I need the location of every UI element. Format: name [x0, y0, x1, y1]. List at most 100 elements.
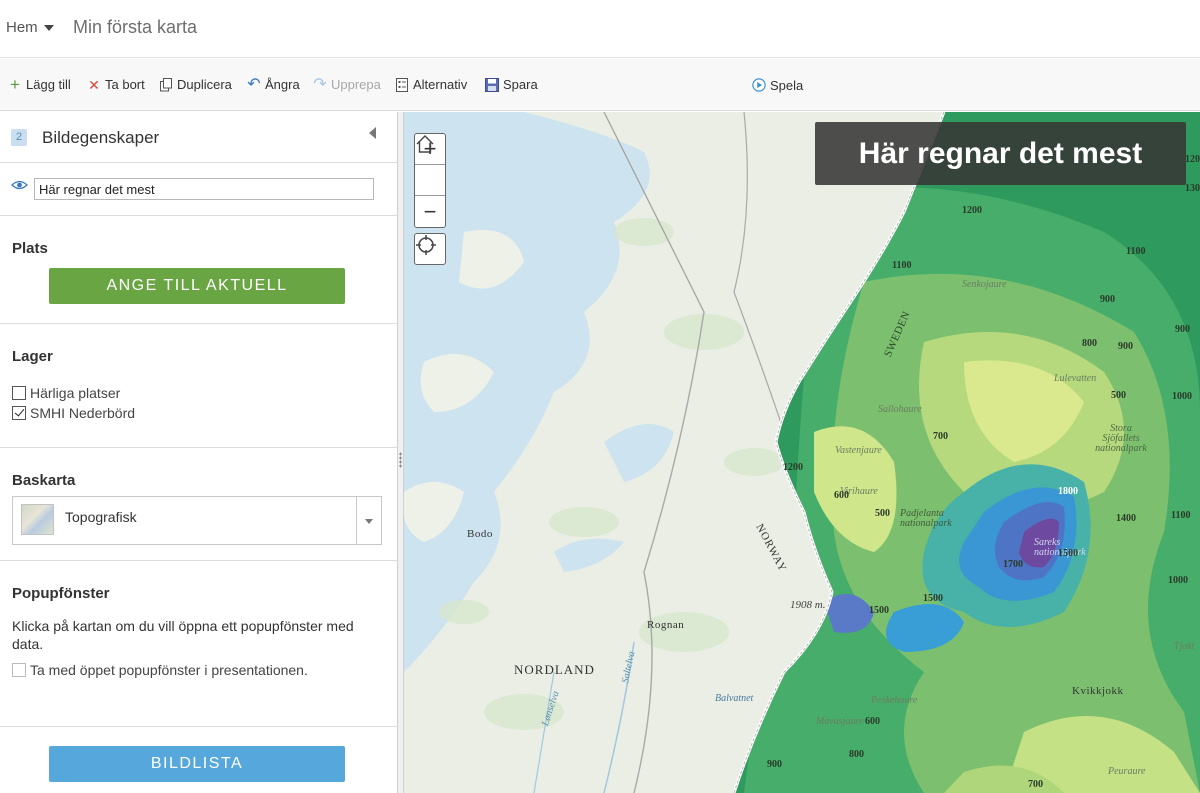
include-popup-checkbox[interactable] — [12, 663, 26, 677]
zoom-out-button[interactable]: − — [415, 196, 445, 227]
add-button[interactable]: + Lägg till — [8, 74, 71, 94]
delete-button[interactable]: ✕ Ta bort — [87, 77, 145, 92]
map-title[interactable]: Min första karta — [73, 17, 197, 38]
close-icon: ✕ — [88, 76, 100, 93]
contour-label: 700 — [1028, 779, 1043, 790]
slide-title-overlay: Här regnar det mest — [815, 122, 1186, 185]
lake-label-balvatnet: Balvatnet — [715, 693, 754, 704]
contour-label: 1100 — [1171, 510, 1191, 521]
chevron-down-icon[interactable] — [356, 497, 381, 544]
layers-title: Lager — [12, 348, 53, 365]
layer-label: SMHI Nederbörd — [30, 405, 136, 421]
include-popup-option[interactable]: Ta med öppet popupfönster i presentation… — [12, 662, 308, 678]
contour-label: 900 — [1118, 341, 1133, 352]
popup-description: Klicka på kartan om du vill öppna ett po… — [12, 618, 354, 652]
layer-item-smhi-nederbord[interactable]: SMHI Nederbörd — [12, 405, 135, 421]
panel-header: 2 Bildegenskaper — [0, 112, 398, 163]
redo-label: Upprepa — [331, 77, 381, 92]
contour-label: 1500 — [923, 593, 943, 604]
peak-elevation-label: 1908 m. — [790, 599, 826, 611]
delete-label: Ta bort — [105, 77, 145, 92]
contour-label: 1000 — [1172, 391, 1192, 402]
lake-label-mavasjaure: Mavasjaure — [816, 716, 864, 727]
lake-label-vastenjaure: Vastenjaure — [835, 445, 882, 456]
collapse-panel-icon[interactable] — [369, 127, 376, 139]
layer-label: Härliga platser — [30, 385, 121, 401]
play-icon — [752, 78, 766, 92]
contour-label: 1000 — [1168, 575, 1188, 586]
contour-label: 1500 — [1058, 548, 1078, 559]
contour-label: 500 — [875, 508, 890, 519]
slide-number-badge: 2 — [11, 129, 27, 146]
options-icon — [396, 77, 408, 92]
home-menu[interactable]: Hem — [6, 19, 54, 36]
region-label-nordland: NORDLAND — [514, 662, 595, 677]
place-label-bodo: Bodo — [467, 528, 493, 540]
caret-down-icon — [43, 24, 54, 31]
park-label-stora-sjofallet: Stora Sjöfallets nationalpark — [1095, 423, 1147, 454]
contour-label: 1100 — [892, 260, 912, 271]
lake-label-peuraure: Peuraure — [1108, 766, 1146, 777]
undo-label: Ångra — [265, 77, 300, 92]
visibility-eye-icon[interactable] — [11, 180, 28, 190]
undo-icon: ↶ — [247, 75, 261, 93]
home-view-button[interactable] — [415, 135, 445, 196]
lake-label-sallohaure: Sallohaure — [878, 404, 922, 415]
layer-item-harliga-platser[interactable]: Härliga platser — [12, 385, 120, 401]
basemap-thumbnail — [21, 504, 54, 535]
options-button[interactable]: Alternativ — [395, 77, 467, 92]
toolbar: + Lägg till ✕ Ta bort Duplicera ↶ Ångra … — [0, 59, 1200, 111]
contour-label: 900 — [1175, 324, 1190, 335]
plus-icon: + — [10, 74, 20, 94]
set-to-current-button[interactable]: ANGE TILL AKTUELL — [49, 268, 345, 304]
layer-checkbox[interactable] — [12, 386, 26, 400]
contour-label: 1700 — [1003, 559, 1023, 570]
layer-checkbox-checked[interactable] — [12, 406, 26, 420]
minus-icon: − — [423, 198, 437, 224]
park-label-padjelanta: Padjelanta nationalpark — [900, 508, 952, 529]
slide-title-input[interactable] — [34, 178, 374, 200]
locate-button[interactable] — [414, 233, 446, 265]
place-label-kvikkjokk: Kvikkjokk — [1072, 685, 1124, 697]
contour-label: 500 — [1111, 390, 1126, 401]
save-button[interactable]: Spara — [485, 77, 538, 92]
place-label-tjaktja: Tjakt — [1174, 641, 1195, 652]
duplicate-icon — [160, 77, 172, 91]
lake-label-lulevatten: Lulevatten — [1054, 373, 1097, 384]
contour-label: 600 — [834, 490, 849, 501]
save-icon — [485, 77, 499, 92]
contour-label: 120 — [1185, 154, 1200, 165]
app-header: Hem Min första karta — [0, 0, 1200, 58]
redo-button[interactable]: ↷ Upprepa — [313, 75, 381, 93]
lake-label-peskehaure: Peskehaure — [871, 695, 918, 706]
lake-label-senkojaure: Senkojaure — [962, 279, 1007, 290]
contour-label: 1400 — [1116, 513, 1136, 524]
contour-label: 900 — [767, 759, 782, 770]
duplicate-button[interactable]: Duplicera — [159, 77, 232, 92]
include-popup-label: Ta med öppet popupfönster i presentation… — [30, 662, 308, 678]
contour-label: 800 — [1082, 338, 1097, 349]
save-label: Spara — [503, 77, 538, 92]
home-icon — [416, 135, 434, 153]
contour-label: 900 — [1100, 294, 1115, 305]
contour-label: 600 — [865, 716, 880, 727]
play-button[interactable]: Spela — [752, 77, 803, 93]
home-label: Hem — [6, 19, 38, 36]
duplicate-label: Duplicera — [177, 77, 232, 92]
locate-icon — [416, 235, 436, 255]
contour-label: 1200 — [783, 462, 803, 473]
add-label: Lägg till — [26, 77, 71, 92]
redo-icon: ↷ — [313, 75, 327, 93]
panel-title: Bildegenskaper — [42, 128, 160, 147]
basemap-title: Baskarta — [12, 472, 76, 489]
place-label-rognan: Rognan — [647, 619, 685, 631]
map-view[interactable]: Bodo Rognan NORDLAND NORWAY SWEDEN 1908 … — [404, 112, 1200, 793]
contour-label: 800 — [849, 749, 864, 760]
basemap-selected-label: Topografisk — [65, 509, 137, 525]
zoom-controls: + − — [414, 133, 446, 228]
contour-label: 1100 — [1126, 246, 1146, 257]
slide-list-button[interactable]: BILDLISTA — [49, 746, 345, 782]
undo-button[interactable]: ↶ Ångra — [247, 75, 300, 93]
contour-label: 1500 — [869, 605, 889, 616]
basemap-select[interactable]: Topografisk — [12, 496, 382, 545]
